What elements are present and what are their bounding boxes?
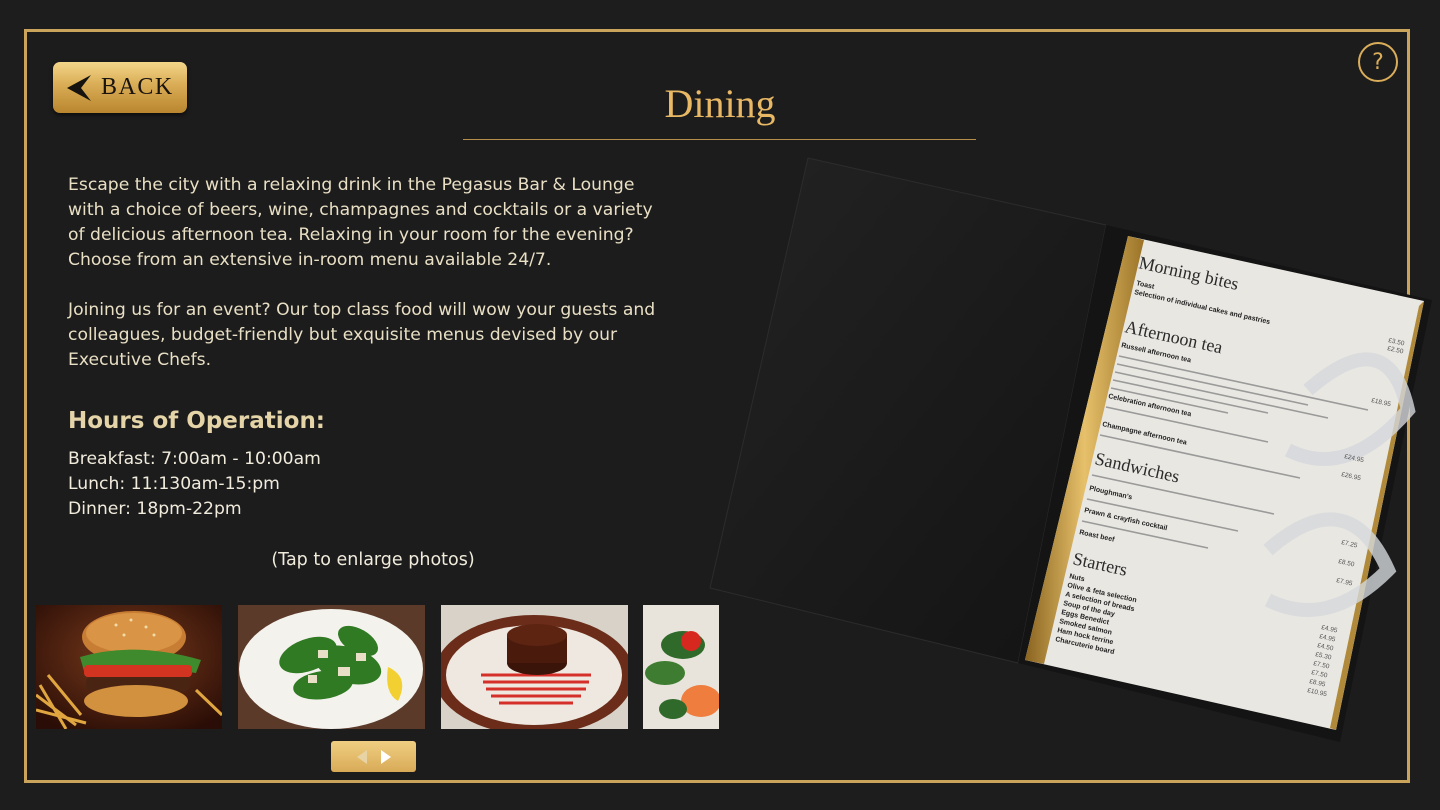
back-button[interactable]: BACK — [53, 62, 187, 113]
triangle-left-icon — [356, 749, 367, 764]
intro-paragraph-1: Escape the city with a relaxing drink in… — [68, 175, 653, 270]
gallery-next-button[interactable] — [380, 749, 391, 764]
hours-lunch: Lunch: 11:130am-15:pm — [68, 474, 280, 494]
gallery-pager — [331, 741, 416, 772]
gallery-caption: (Tap to enlarge photos) — [271, 550, 475, 570]
hours-list: Breakfast: 7:00am - 10:00am Lunch: 11:13… — [68, 447, 321, 522]
hours-heading: Hours of Operation: — [68, 408, 326, 434]
caesar-salad-photo[interactable] — [238, 605, 425, 729]
back-button-label: BACK — [101, 74, 174, 100]
intro-text: Escape the city with a relaxing drink in… — [68, 173, 668, 398]
back-arrow-icon — [67, 74, 91, 101]
hours-breakfast: Breakfast: 7:00am - 10:00am — [68, 449, 321, 469]
burger-photo[interactable] — [36, 605, 222, 729]
help-button[interactable]: ? — [1358, 42, 1398, 82]
triangle-right-icon — [380, 749, 391, 764]
title-underline — [463, 139, 976, 140]
question-mark-icon: ? — [1372, 49, 1384, 75]
gallery-prev-button[interactable] — [356, 749, 367, 764]
hours-dinner: Dinner: 18pm-22pm — [68, 499, 242, 519]
intro-paragraph-2: Joining us for an event? Our top class f… — [68, 300, 656, 370]
chocolate-dessert-photo[interactable] — [441, 605, 628, 729]
page-title: Dining — [664, 81, 776, 126]
menu-folder-image: Morning bites Toast Selection of individ… — [708, 150, 1438, 760]
